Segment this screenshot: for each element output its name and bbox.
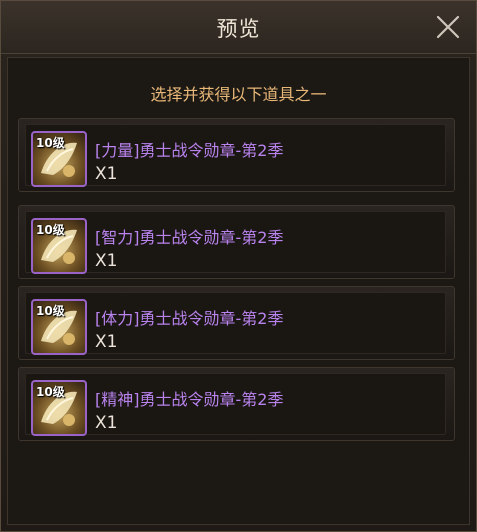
medal-icon: 10级 [31,131,87,187]
item-quantity: X1 [95,164,118,184]
medal-icon: 10级 [31,299,87,355]
preview-dialog: 预览 选择并获得以下道具之一 10级 [力量]勇士战令勋章-第2季 X1 10级… [0,0,477,532]
item-name: [力量]勇士战令勋章-第2季 [95,141,284,160]
item-name: [体力]勇士战令勋章-第2季 [95,309,284,328]
medal-icon: 10级 [31,380,87,436]
list-item[interactable]: 10级 [力量]勇士战令勋章-第2季 X1 [18,118,455,192]
medal-icon: 10级 [31,218,87,274]
item-quantity: X1 [95,413,118,433]
list-item[interactable]: 10级 [精神]勇士战令勋章-第2季 X1 [18,367,455,441]
item-quantity: X1 [95,251,118,271]
item-name: [精神]勇士战令勋章-第2季 [95,390,284,409]
dialog-title: 预览 [216,17,261,41]
close-icon [436,15,460,39]
item-level: 10级 [36,385,65,399]
close-button[interactable] [436,15,460,39]
item-level: 10级 [36,304,65,318]
title-bar: 预览 [1,1,476,54]
dialog-subtitle: 选择并获得以下道具之一 [150,85,327,104]
item-quantity: X1 [95,332,118,352]
list-item[interactable]: 10级 [智力]勇士战令勋章-第2季 X1 [18,205,455,279]
list-item[interactable]: 10级 [体力]勇士战令勋章-第2季 X1 [18,286,455,360]
item-name: [智力]勇士战令勋章-第2季 [95,228,284,247]
item-level: 10级 [36,136,65,150]
item-level: 10级 [36,223,65,237]
